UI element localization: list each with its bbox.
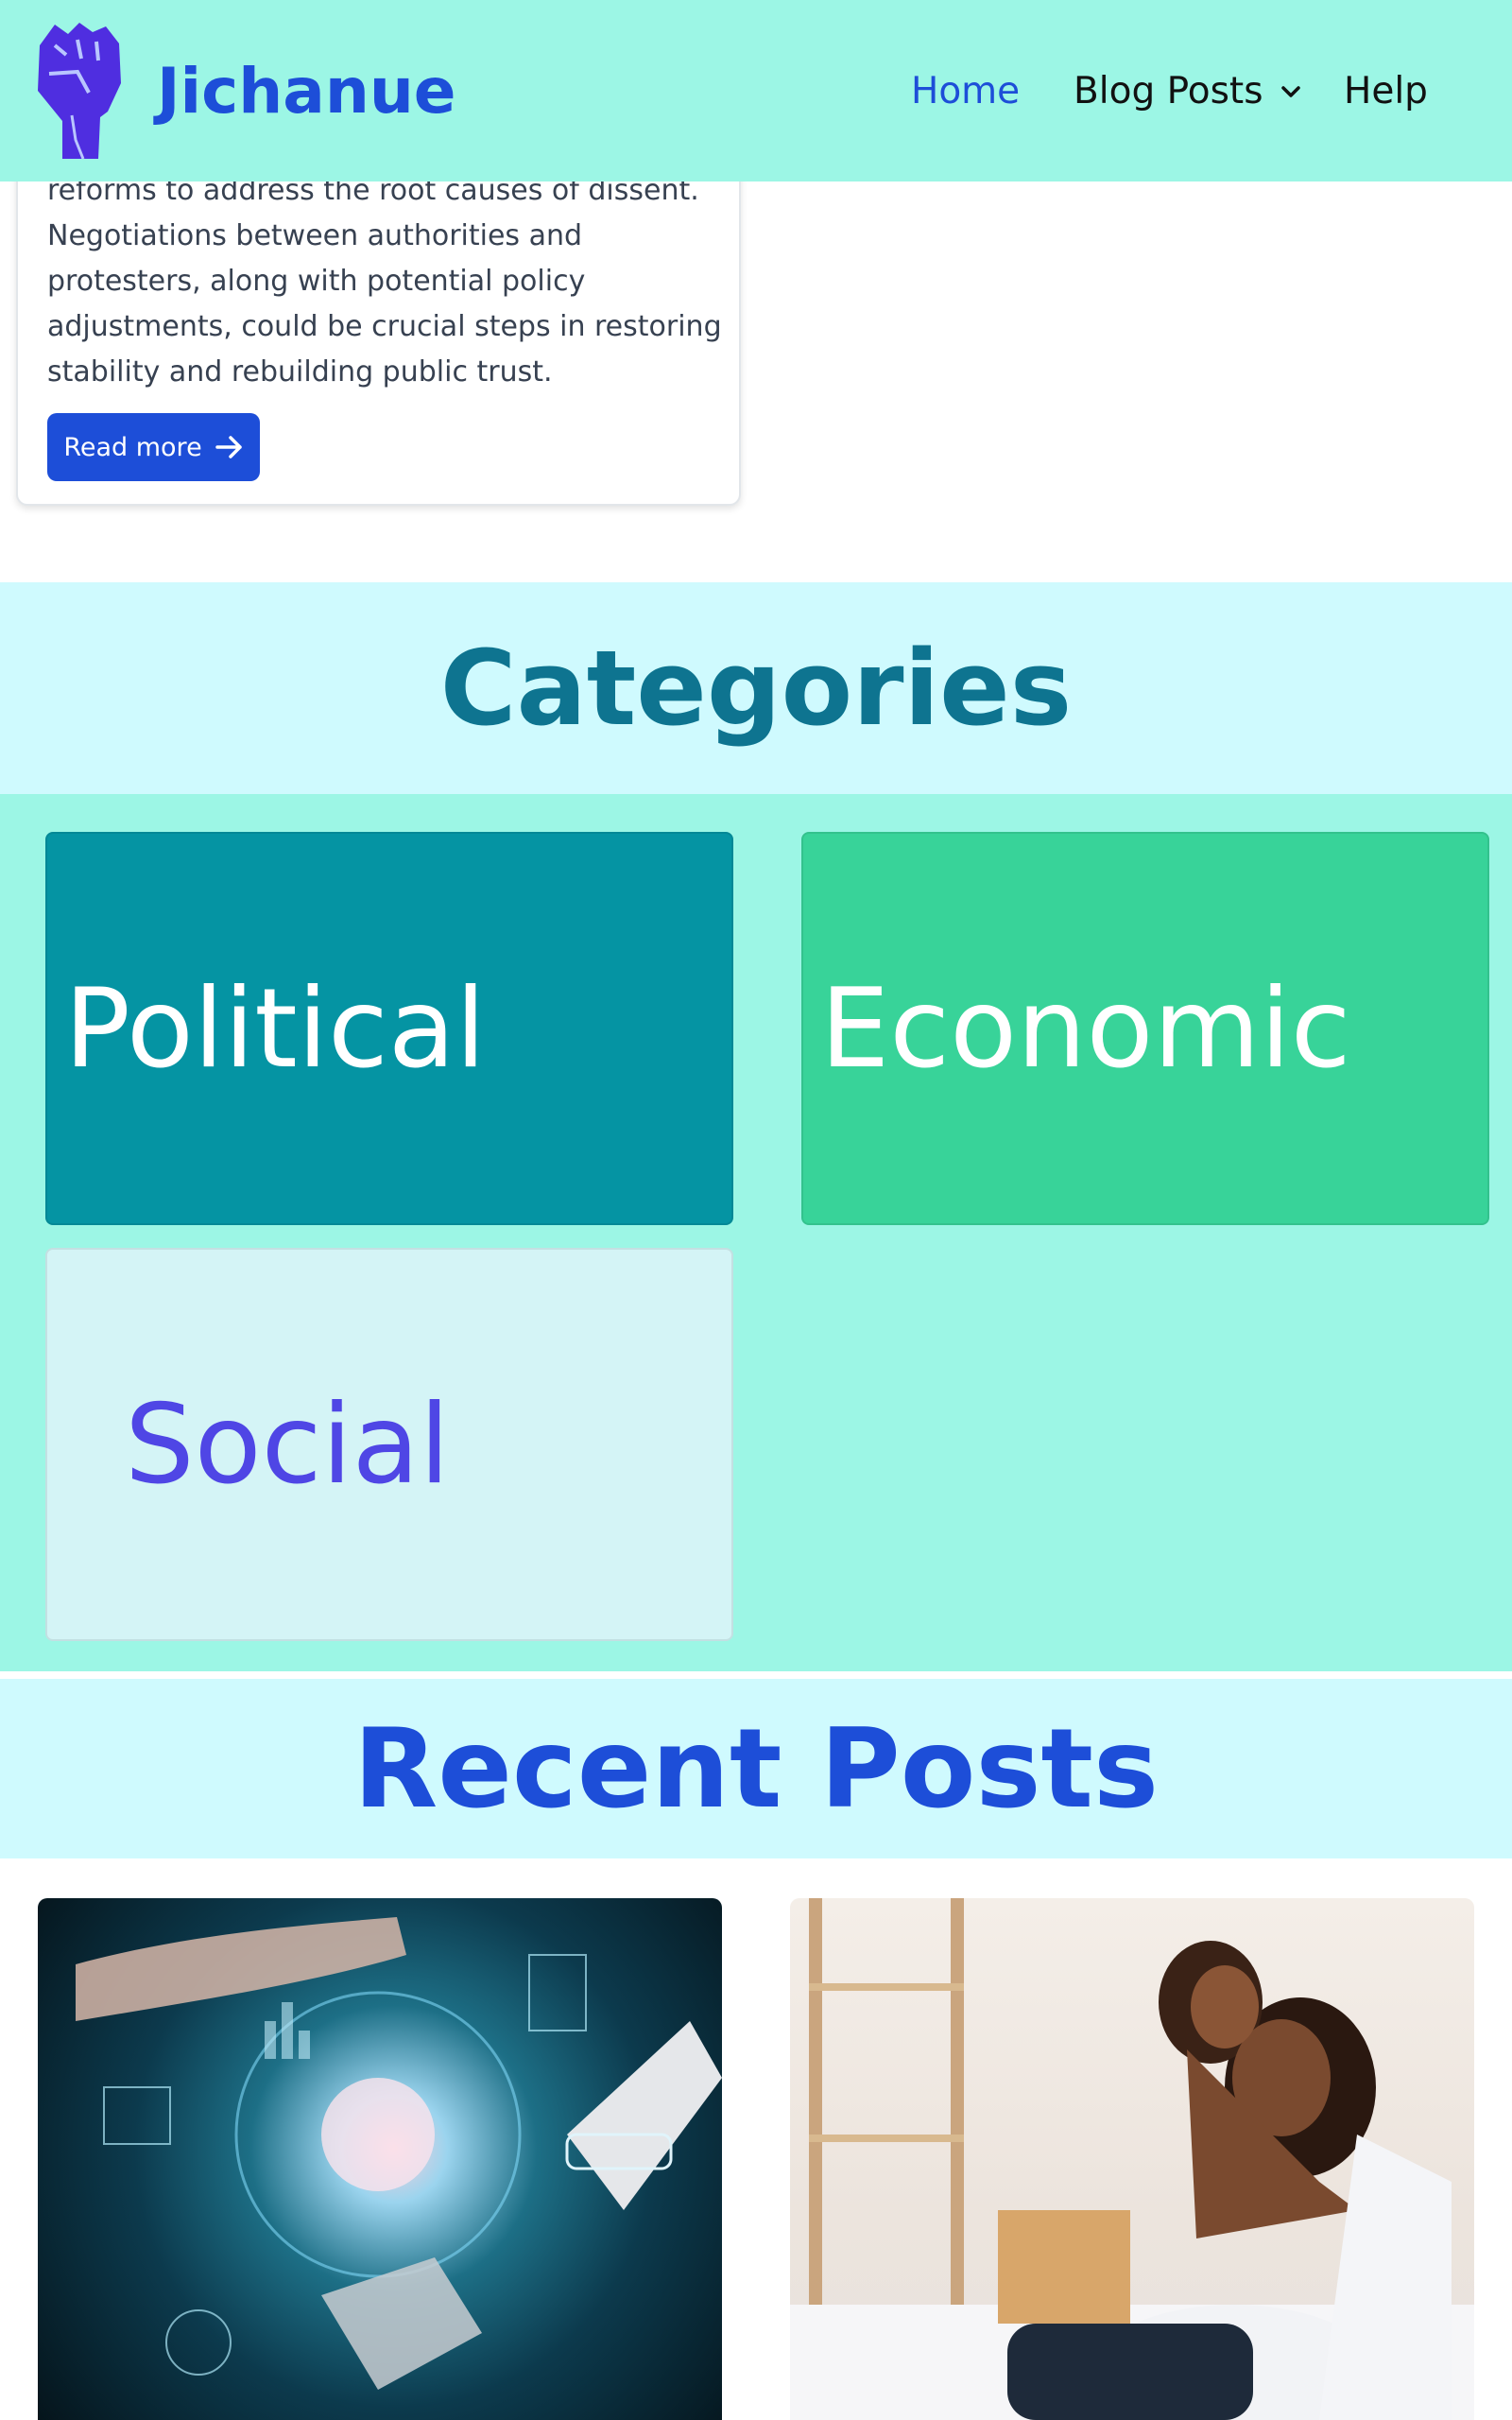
nav-help-link[interactable]: Help: [1344, 70, 1428, 112]
raised-fist-logo-icon[interactable]: [21, 17, 127, 163]
site-header: Jichanue Home Blog Posts Help: [0, 0, 1512, 182]
arrow-right-icon: [215, 436, 242, 458]
brand-name[interactable]: Jichanue: [157, 55, 456, 128]
recent-posts-title: Recent Posts: [352, 1704, 1160, 1833]
category-political-tile[interactable]: Political: [45, 832, 733, 1225]
recent-post-family-image[interactable]: [790, 1898, 1474, 2420]
read-more-label: Read more: [63, 432, 202, 462]
nav-home-link[interactable]: Home: [911, 70, 1020, 112]
chevron-down-icon: [1280, 85, 1300, 97]
categories-heading-band: Categories: [0, 582, 1512, 794]
read-more-button[interactable]: Read more: [47, 413, 260, 481]
recent-post-ai-image[interactable]: [38, 1898, 722, 2420]
category-economic-tile[interactable]: Economic: [801, 832, 1489, 1225]
previous-post-excerpt: reforms to address the root causes of di…: [47, 174, 722, 389]
nav-blog-posts-dropdown[interactable]: Blog Posts: [1074, 70, 1301, 112]
nav-blog-posts-label: Blog Posts: [1074, 70, 1263, 112]
category-social-tile[interactable]: Social: [45, 1248, 733, 1641]
ai-globe-illustration: [76, 1917, 722, 2390]
family-photo-illustration: [790, 1898, 1474, 2420]
recent-posts-heading-band: Recent Posts: [0, 1679, 1512, 1858]
categories-title: Categories: [439, 628, 1073, 749]
